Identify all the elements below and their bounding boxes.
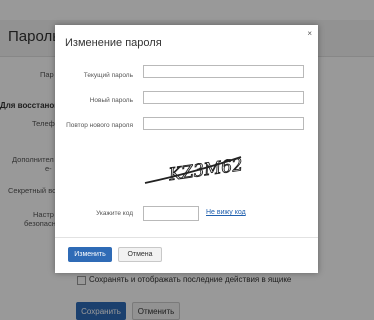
captcha-text: KZ3M62 <box>167 155 243 185</box>
current-password-label: Текущий пароль <box>83 72 133 79</box>
close-icon[interactable]: × <box>307 29 312 38</box>
captcha-image: KZ3M62 <box>144 155 243 186</box>
dialog-divider <box>55 237 318 238</box>
repeat-password-label: Повтор нового пароля <box>66 122 133 129</box>
change-password-dialog: Изменение пароля × Текущий пароль Новый … <box>55 25 318 273</box>
change-button[interactable]: Изменить <box>68 247 112 262</box>
captcha-label: Укажите код <box>96 210 133 217</box>
dialog-cancel-button[interactable]: Отмена <box>118 247 162 262</box>
dialog-title: Изменение пароля <box>65 37 162 49</box>
new-password-input[interactable] <box>143 91 304 104</box>
current-password-input[interactable] <box>143 65 304 78</box>
new-password-label: Новый пароль <box>89 97 133 104</box>
captcha-refresh-link[interactable]: Не вижу код <box>206 209 246 216</box>
captcha-input[interactable] <box>143 206 199 221</box>
repeat-password-input[interactable] <box>143 117 304 130</box>
